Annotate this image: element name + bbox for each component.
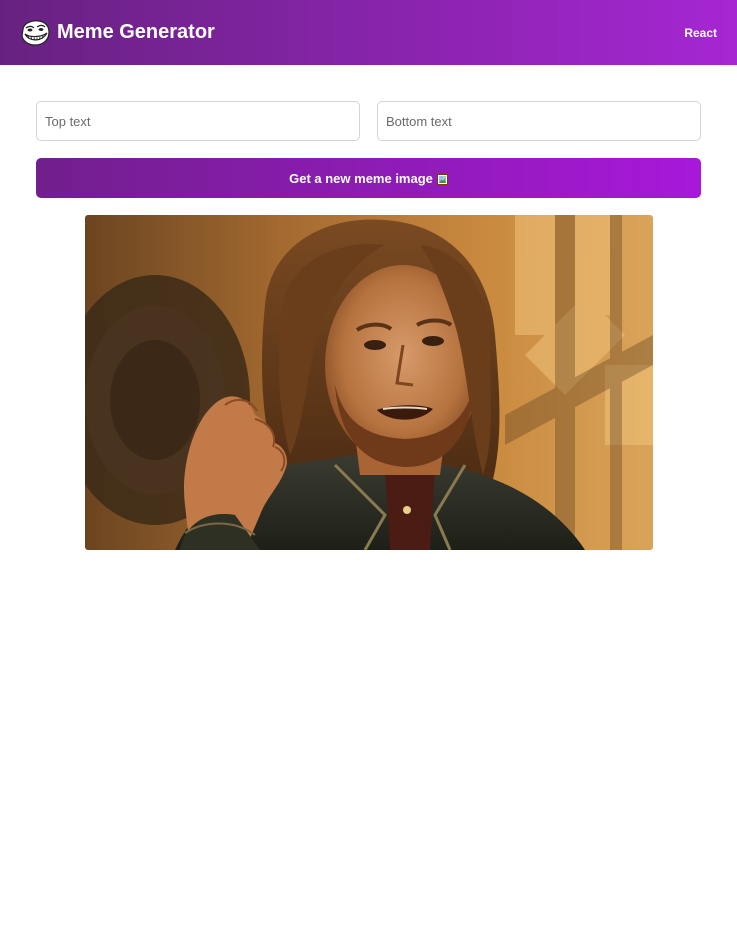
brand: Meme Generator <box>20 19 215 46</box>
app-title: Meme Generator <box>57 21 215 43</box>
get-new-image-button[interactable]: Get a new meme image <box>36 158 701 198</box>
meme-form: Get a new meme image <box>36 101 701 198</box>
meme-image <box>84 215 653 550</box>
top-text-input[interactable] <box>36 101 360 141</box>
main-content: Get a new meme image <box>0 65 737 550</box>
troll-face-icon <box>20 19 50 46</box>
bottom-text-input[interactable] <box>377 101 701 141</box>
app-header: Meme Generator React <box>0 0 737 65</box>
header-subtitle: React <box>684 25 717 40</box>
framed-picture-icon <box>436 173 448 185</box>
get-new-image-button-label: Get a new meme image <box>289 170 433 186</box>
